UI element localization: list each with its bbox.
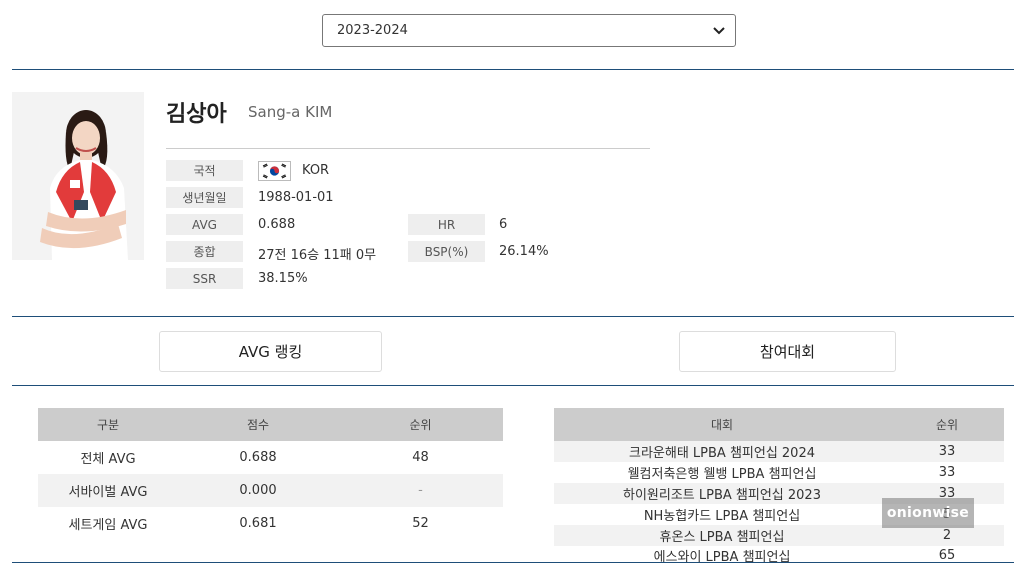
name-divider <box>166 148 650 149</box>
row-category: 서바이벌 AVG <box>68 485 148 500</box>
total-label: 종합 <box>166 241 243 262</box>
player-name-korean: 김상아 <box>166 102 227 127</box>
divider <box>12 562 1014 563</box>
player-photo <box>12 92 144 260</box>
watermark: onionwise <box>882 498 974 528</box>
season-select[interactable]: 2023-2024 <box>322 14 736 47</box>
table-row: 크라운해태 LPBA 챔피언십 2024 33 <box>554 441 1004 462</box>
row-score: 0.000 <box>239 483 277 498</box>
total-value: 27전 16승 11패 0무 <box>258 248 377 263</box>
birth-label: 생년월일 <box>166 187 243 208</box>
row-rank: - <box>418 483 423 498</box>
row-tournament[interactable]: 웰컴저축은행 웰뱅 LPBA 챔피언십 <box>554 462 890 483</box>
tournament-table-header: 대회 순위 <box>554 408 1004 441</box>
header-category: 구분 <box>96 418 120 432</box>
birth-value: 1988-01-01 <box>258 190 334 205</box>
row-score: 0.681 <box>239 516 277 531</box>
season-select-value: 2023-2024 <box>337 23 408 38</box>
ssr-label: SSR <box>166 268 243 289</box>
header-rank: 순위 <box>935 418 959 432</box>
row-rank: 33 <box>938 444 956 459</box>
avg-value: 0.688 <box>258 217 296 232</box>
avg-table-header: 구분 점수 순위 <box>38 408 503 441</box>
row-rank: 2 <box>942 528 952 543</box>
row-tournament[interactable]: 휴온스 LPBA 챔피언십 <box>554 525 890 546</box>
bsp-label: BSP(%) <box>408 241 485 262</box>
nationality-value: KOR <box>302 163 330 178</box>
table-row: 전체 AVG 0.688 48 <box>38 441 503 474</box>
row-score: 0.688 <box>239 450 277 465</box>
table-row: 웰컴저축은행 웰뱅 LPBA 챔피언십 33 <box>554 462 1004 483</box>
divider <box>12 69 1014 70</box>
ssr-value: 38.15% <box>258 271 308 286</box>
divider <box>12 316 1014 317</box>
row-rank: 52 <box>412 516 429 531</box>
bsp-value: 26.14% <box>499 244 549 259</box>
divider <box>12 385 1014 386</box>
avg-label: AVG <box>166 214 243 235</box>
tab-tournaments[interactable]: 참여대회 <box>679 331 896 372</box>
row-category: 전체 AVG <box>80 452 136 467</box>
row-category: 세트게임 AVG <box>68 518 148 533</box>
row-tournament[interactable]: 크라운해태 LPBA 챔피언십 2024 <box>554 441 890 462</box>
hr-label: HR <box>408 214 485 235</box>
table-row: 휴온스 LPBA 챔피언십 2 <box>554 525 1004 546</box>
chevron-down-icon <box>713 24 725 38</box>
table-row: 세트게임 AVG 0.681 52 <box>38 507 503 540</box>
header-rank: 순위 <box>409 418 432 432</box>
row-rank: 48 <box>412 450 429 465</box>
header-score: 점수 <box>246 418 270 432</box>
tab-avg-ranking[interactable]: AVG 랭킹 <box>159 331 382 372</box>
row-tournament[interactable]: NH농협카드 LPBA 챔피언십 <box>554 504 890 525</box>
player-name-english: Sang-a KIM <box>248 103 333 121</box>
nationality-label: 국적 <box>166 160 243 181</box>
row-rank: 33 <box>938 465 956 480</box>
korea-flag-icon <box>258 161 291 181</box>
row-tournament[interactable]: 하이원리조트 LPBA 챔피언십 2023 <box>554 483 890 504</box>
table-row: 서바이벌 AVG 0.000 - <box>38 474 503 507</box>
hr-value: 6 <box>499 217 508 232</box>
header-tournament: 대회 <box>710 418 734 432</box>
